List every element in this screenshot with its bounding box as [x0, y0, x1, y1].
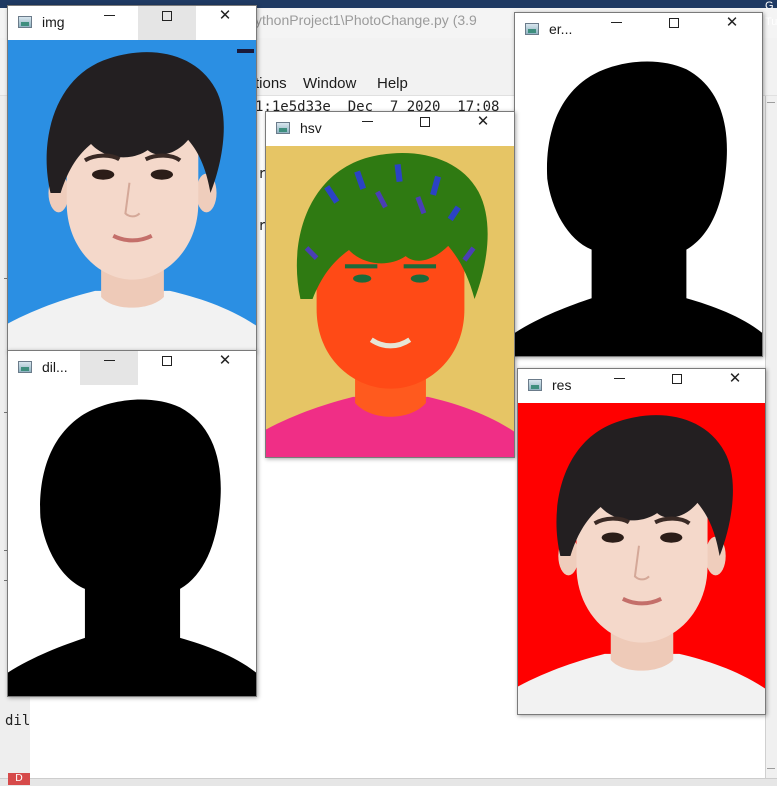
minimize-button[interactable]: [590, 369, 648, 403]
close-button[interactable]: ✕: [196, 6, 254, 40]
window-title: hsv: [300, 120, 322, 136]
close-icon: ✕: [218, 6, 232, 24]
minimize-button[interactable]: [338, 112, 396, 146]
minimize-icon: [613, 378, 625, 379]
maximize-button[interactable]: [138, 351, 196, 385]
window-titlebar[interactable]: er... ✕: [515, 13, 762, 47]
shell-line: dil: [5, 713, 31, 729]
maximize-icon: [669, 17, 679, 28]
opencv-window-icon: [528, 379, 542, 391]
opencv-window-icon: [18, 361, 32, 373]
maximize-button[interactable]: [396, 112, 454, 146]
maximize-button[interactable]: [648, 369, 706, 403]
minimize-icon: [610, 22, 622, 23]
photo-result: [518, 403, 765, 714]
minimize-icon: [103, 360, 115, 361]
minimize-button[interactable]: [80, 351, 138, 385]
window-title: er...: [549, 21, 573, 37]
close-button[interactable]: ✕: [196, 351, 254, 385]
photo-hsv: [266, 146, 514, 457]
mask-eroded: [515, 47, 762, 356]
window-result[interactable]: res ✕: [517, 368, 766, 715]
window-title: dil...: [42, 359, 68, 375]
window-title: img: [42, 14, 65, 30]
maximize-icon: [420, 116, 430, 127]
scrollbar-mark: [767, 768, 775, 769]
opencv-window-icon: [276, 122, 290, 134]
maximize-button[interactable]: [645, 13, 703, 47]
scrollbar-mark: [767, 102, 775, 103]
window-titlebar[interactable]: hsv ✕: [266, 112, 514, 146]
menu-options[interactable]: tions: [255, 75, 287, 92]
photo-original: [8, 40, 256, 351]
minimize-button[interactable]: [80, 6, 138, 40]
cursor-artifact: [237, 49, 254, 53]
menu-help[interactable]: Help: [377, 75, 408, 92]
minimize-icon: [361, 121, 373, 122]
window-erode[interactable]: er... ✕: [514, 12, 763, 357]
corner-text: G: [765, 0, 774, 12]
close-icon: ✕: [476, 112, 490, 130]
maximize-icon: [162, 355, 172, 366]
minimize-icon: [103, 15, 115, 16]
window-dilate[interactable]: dil... ✕: [7, 350, 257, 697]
window-titlebar[interactable]: dil... ✕: [8, 351, 256, 385]
window-titlebar[interactable]: res ✕: [518, 369, 765, 403]
menu-window[interactable]: Window: [303, 75, 356, 92]
close-button[interactable]: ✕: [703, 13, 761, 47]
window-title: res: [552, 377, 572, 393]
opencv-window-icon: [525, 23, 539, 35]
bottom-app-tag[interactable]: D: [8, 773, 30, 785]
corner-text: Tu: [765, 16, 777, 28]
minimize-button[interactable]: [587, 13, 645, 47]
maximize-icon: [672, 373, 682, 384]
close-button[interactable]: ✕: [454, 112, 512, 146]
ide-window-title: ythonProject1\PhotoChange.py (3.9: [255, 12, 477, 28]
ide-scrollbar[interactable]: [765, 96, 777, 780]
close-button[interactable]: ✕: [706, 369, 764, 403]
opencv-window-icon: [18, 16, 32, 28]
close-icon: ✕: [218, 351, 232, 369]
close-icon: ✕: [728, 369, 742, 387]
window-hsv[interactable]: hsv ✕: [265, 111, 515, 458]
maximize-button[interactable]: [138, 6, 196, 40]
maximize-icon: [162, 10, 172, 21]
window-img[interactable]: img ✕: [7, 5, 257, 352]
window-titlebar[interactable]: img ✕: [8, 6, 256, 40]
close-icon: ✕: [725, 13, 739, 31]
mask-dilated: [8, 385, 256, 696]
